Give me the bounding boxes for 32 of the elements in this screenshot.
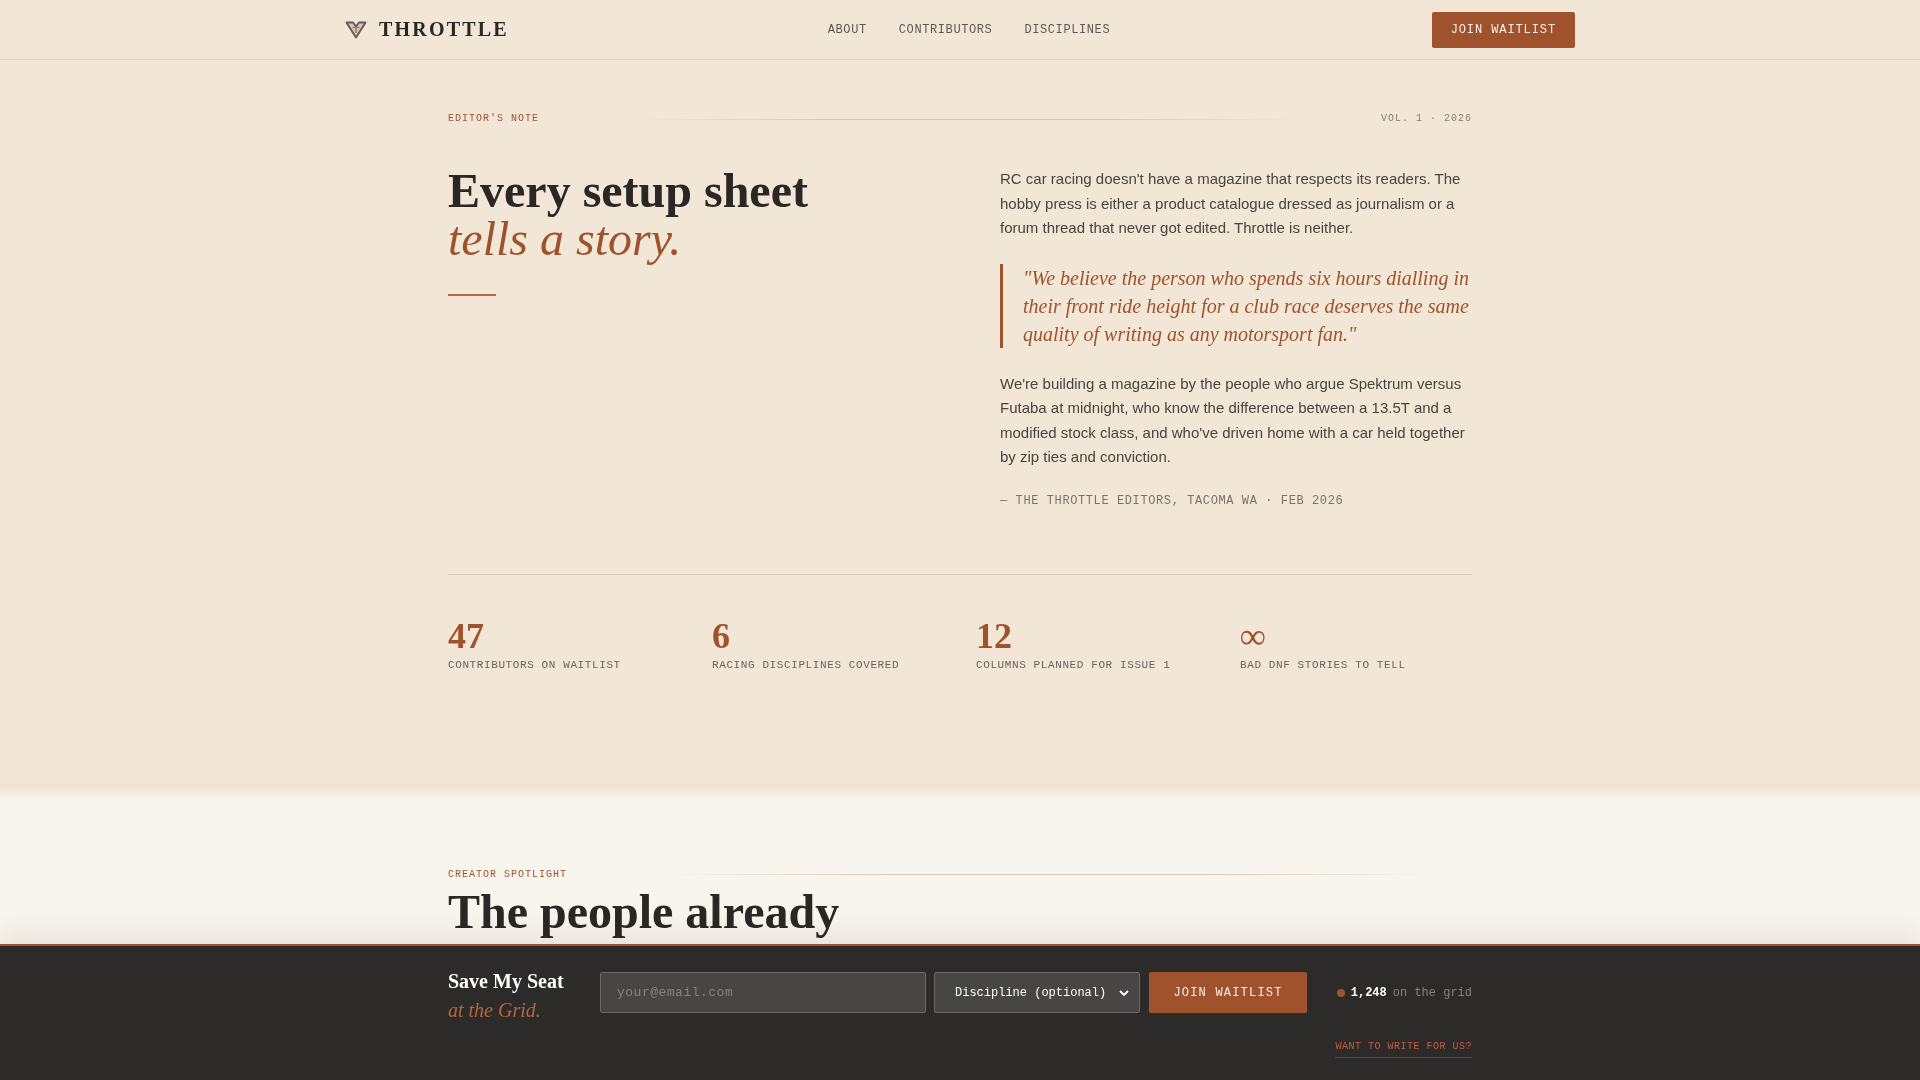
stat-label: COLUMNS PLANNED FOR ISSUE 1 <box>976 657 1171 672</box>
volume-label: VOL. 1 · 2026 <box>1381 112 1472 126</box>
write-for-us-link[interactable]: WANT TO WRITE FOR US? <box>1335 1040 1472 1058</box>
signature: — THE THROTTLE EDITORS, TACOMA WA · FEB 2026 <box>1000 492 1345 509</box>
stat-label: BAD DNF STORIES TO TELL <box>1240 657 1406 672</box>
waitlist-count: 1,248 <box>1350 985 1387 1000</box>
body-paragraph: We're building a magazine by the people who argue Spektrum versus Futaba at midnight, who know the difference between a 13.5T and a modified stock class, and who've driven home with a car held together by zip ties and conviction. <box>1000 373 1466 467</box>
stat-value: ∞ <box>1240 615 1266 656</box>
stat-value: 6 <box>712 615 730 656</box>
caret-down-icon <box>1119 989 1129 996</box>
stat-label: RACING DISCIPLINES COVERED <box>712 657 900 672</box>
count-label: on the grid <box>1392 985 1472 1000</box>
nav-link[interactable]: CONTRIBUTORS <box>898 22 993 37</box>
signup-title: Save My Seat at the Grid. <box>448 968 565 1023</box>
section-label: CREATOR SPOTLIGHT <box>448 867 568 882</box>
hero-heading: Every setup sheet tells a story. <box>448 167 808 263</box>
stat-value: 12 <box>976 615 1012 656</box>
chevron-emblem-icon <box>345 20 367 39</box>
discipline-select[interactable]: Discipline (optional) <box>934 972 1140 1013</box>
section-heading: The people already <box>448 887 840 936</box>
section-label: EDITOR'S NOTE <box>448 112 539 126</box>
nav-link[interactable]: ABOUT <box>827 22 867 37</box>
body-paragraph: RC car racing doesn't have a magazine that respects its readers. The hobby press is either a product catalogue dressed as journalism or a forum thread that never got edited. Throttle is neither. <box>1000 169 1462 238</box>
status-dot-icon <box>1336 988 1345 997</box>
nav-link[interactable]: DISCIPLINES <box>1024 22 1111 37</box>
brand-name: THROTTLE <box>379 18 509 41</box>
email-field[interactable]: your@email.com <box>600 972 926 1013</box>
stat-label: CONTRIBUTORS ON WAITLIST <box>448 657 621 672</box>
stat-value: 47 <box>448 615 484 656</box>
pull-quote: "We believe the person who spends six hours dialling in their front ride height for a club race deserves the same quality of writing as any motorsport fan." <box>1000 263 1472 348</box>
join-waitlist-button[interactable]: JOIN WAITLIST <box>1149 972 1307 1013</box>
join-waitlist-button[interactable]: JOIN WAITLIST <box>1431 11 1575 48</box>
